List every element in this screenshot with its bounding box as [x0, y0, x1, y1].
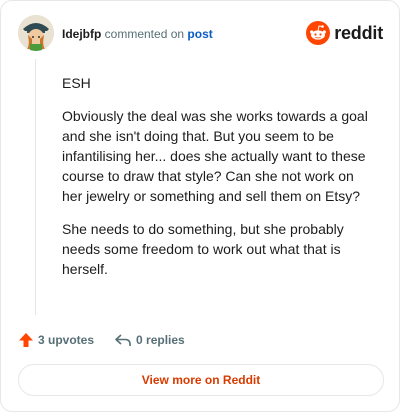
view-more-button[interactable]: View more on Reddit: [18, 364, 384, 396]
embed-card: Idejbfp commented on post reddit ESH Obv…: [0, 0, 400, 412]
post-link[interactable]: post: [187, 27, 212, 41]
reddit-logo[interactable]: reddit: [306, 21, 383, 45]
replies-count: 0 replies: [136, 333, 185, 347]
reddit-snoo-icon: [306, 21, 331, 45]
user-avatar[interactable]: [18, 15, 54, 51]
reply-arrow-icon: [115, 334, 131, 346]
username-link[interactable]: Idejbfp: [62, 27, 101, 41]
comment-body: ESH Obviously the deal was she works tow…: [62, 73, 374, 292]
replies-button[interactable]: 0 replies: [114, 332, 185, 348]
comment-paragraph: Obviously the deal was she works towards…: [62, 108, 368, 204]
comment-paragraph: ESH: [62, 75, 91, 91]
comment-actions: 3 upvotes 0 replies: [18, 329, 205, 351]
action-text: commented on: [104, 27, 185, 41]
comment-meta: Idejbfp commented on post: [62, 27, 213, 41]
upvote-arrow-icon: [19, 333, 33, 347]
thread-line: [35, 59, 36, 315]
comment-paragraph: She needs to do something, but she proba…: [62, 221, 344, 277]
upvotes-count: 3 upvotes: [38, 333, 95, 347]
reddit-wordmark: reddit: [334, 22, 383, 43]
upvote-button[interactable]: 3 upvotes: [18, 332, 94, 348]
comment-header: Idejbfp commented on post reddit: [18, 15, 383, 55]
